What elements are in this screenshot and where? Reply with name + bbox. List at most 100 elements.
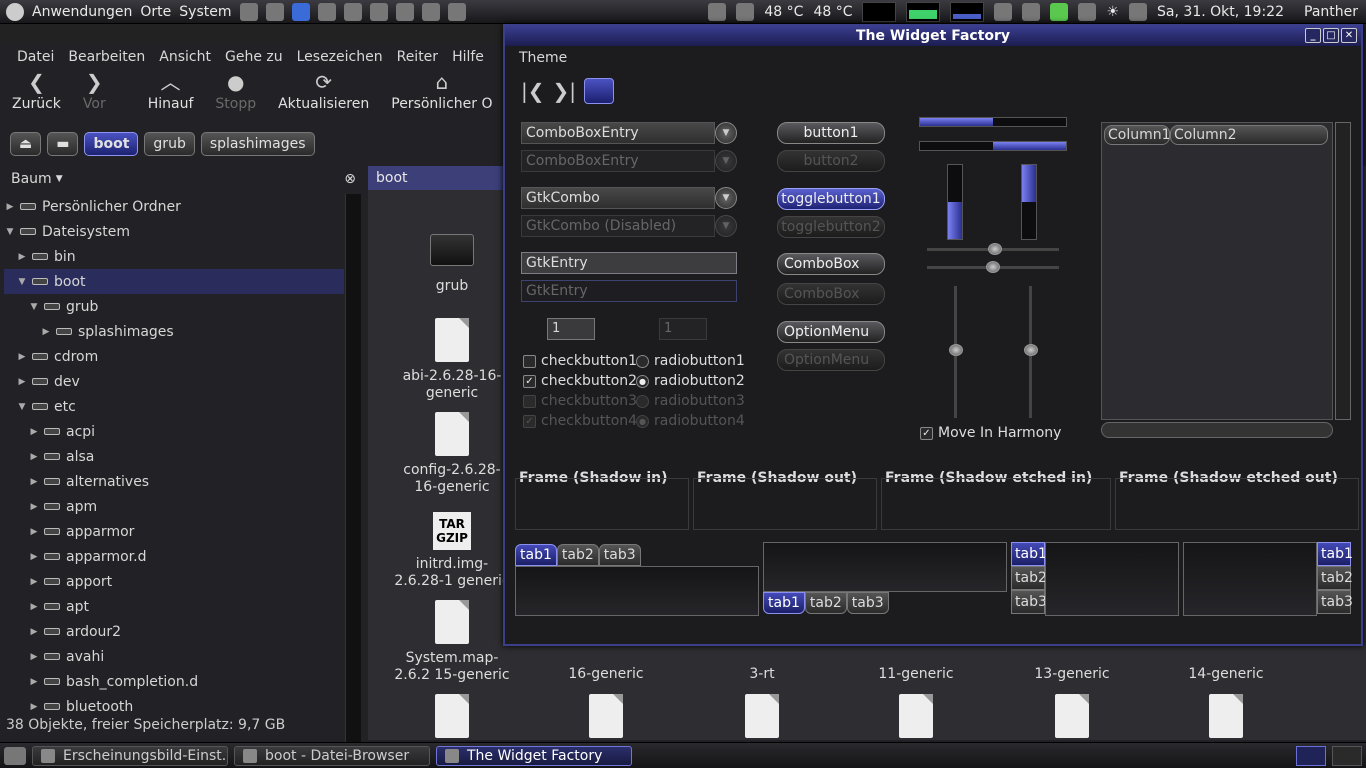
expander-open-icon[interactable]: ▼ — [4, 227, 16, 237]
sidebar-scrollbar[interactable] — [345, 194, 361, 742]
first-icon[interactable]: |❮ — [521, 79, 545, 103]
comboboxentry[interactable]: ComboBoxEntry — [521, 122, 715, 144]
launcher-icon[interactable] — [317, 2, 336, 21]
file-label-partial[interactable]: 16-generic — [546, 666, 666, 683]
tree-row[interactable]: ▶ apt — [4, 594, 344, 619]
workspace-2[interactable] — [1332, 745, 1362, 766]
file-label-partial[interactable]: 3-rt — [702, 666, 822, 683]
expander-closed-icon[interactable]: ▶ — [4, 202, 16, 212]
expander-closed-icon[interactable]: ▶ — [16, 352, 28, 362]
menu-orte[interactable]: Orte — [140, 4, 171, 20]
expander-closed-icon[interactable]: ▶ — [28, 602, 40, 612]
tree-row[interactable]: ▶ apport — [4, 569, 344, 594]
file-item[interactable]: grub — [392, 234, 512, 295]
file-item[interactable] — [1166, 694, 1286, 744]
toolbar-toggle-button[interactable] — [584, 78, 614, 104]
close-sidebar-icon[interactable]: ⊗ — [344, 171, 356, 187]
combobox[interactable]: ComboBox — [777, 253, 885, 275]
back-button[interactable]: ❮ Zurück — [12, 72, 61, 122]
expander-closed-icon[interactable]: ▶ — [28, 502, 40, 512]
checkbutton-1[interactable]: checkbutton1 — [523, 353, 637, 369]
clock[interactable]: Sa, 31. Okt, 19:22 — [1157, 4, 1284, 20]
net-graph[interactable] — [950, 2, 985, 22]
launcher-icon[interactable] — [291, 2, 310, 21]
tab-3[interactable]: tab3 — [846, 592, 889, 614]
menu-anwendungen[interactable]: Anwendungen — [32, 4, 132, 20]
radiobutton-1[interactable]: radiobutton1 — [636, 353, 745, 369]
file-label-partial[interactable]: 13-generic — [1012, 666, 1132, 683]
slider-knob[interactable] — [949, 344, 963, 356]
file-item[interactable]: abi-2.6.28-16-generic — [392, 318, 512, 402]
minimize-icon[interactable]: _ — [1305, 28, 1321, 43]
expander-closed-icon[interactable]: ▶ — [28, 427, 40, 437]
expander-closed-icon[interactable]: ▶ — [28, 652, 40, 662]
crumb-splashimages[interactable]: splashimages — [200, 132, 315, 156]
expander-closed-icon[interactable]: ▶ — [28, 702, 40, 712]
spinbutton[interactable]: 1 — [547, 318, 595, 340]
gtkcombo[interactable]: GtkCombo — [521, 187, 715, 209]
menu-bearbeiten[interactable]: Bearbeiten — [68, 49, 145, 65]
cpu-graph[interactable] — [862, 2, 897, 22]
menu-ansicht[interactable]: Ansicht — [159, 49, 211, 65]
tree-row[interactable]: ▶ apm — [4, 494, 344, 519]
expander-closed-icon[interactable]: ▶ — [16, 252, 28, 262]
tab-3[interactable]: tab3 — [1011, 590, 1047, 614]
tab-1[interactable]: tab1 — [515, 544, 557, 566]
file-label-partial[interactable]: 14-generic — [1166, 666, 1286, 683]
tree-row[interactable]: ▼ boot — [4, 269, 344, 294]
menu-lesezeichen[interactable]: Lesezeichen — [297, 49, 383, 65]
tree-row[interactable]: ▶ bin — [4, 244, 344, 269]
expander-closed-icon[interactable]: ▶ — [40, 327, 52, 337]
slider-knob[interactable] — [986, 261, 1000, 273]
bluetooth-icon[interactable] — [1022, 3, 1041, 21]
crumb-grub[interactable]: grub — [144, 132, 195, 156]
slider-knob[interactable] — [1024, 344, 1038, 356]
menu-theme[interactable]: Theme — [519, 50, 567, 66]
forward-button[interactable]: ❯ Vor — [83, 72, 106, 122]
window-titlebar[interactable]: The Widget Factory _ □ ✕ — [505, 26, 1361, 46]
file-item[interactable]: System.map-2.6.2 15-generic — [392, 600, 512, 684]
launcher-icon[interactable] — [447, 2, 466, 21]
tree-row[interactable]: ▶ alsa — [4, 444, 344, 469]
drive-icon[interactable] — [708, 3, 727, 21]
expander-open-icon[interactable]: ▼ — [28, 302, 40, 312]
tab-3[interactable]: tab3 — [598, 544, 641, 566]
menu-reiter[interactable]: Reiter — [397, 49, 438, 65]
menu-gehe-zu[interactable]: Gehe zu — [225, 49, 283, 65]
volume-icon[interactable] — [1129, 3, 1148, 21]
tree-row[interactable]: ▶ alternatives — [4, 469, 344, 494]
task-appearance[interactable]: Erscheinungsbild-Einst... — [32, 745, 228, 766]
tree-row[interactable]: ▶ apparmor.d — [4, 544, 344, 569]
tree-row[interactable]: ▼ Dateisystem — [4, 219, 344, 244]
sidebar-selector[interactable]: Baum — [11, 171, 52, 187]
expander-closed-icon[interactable]: ▶ — [28, 627, 40, 637]
launcher-icon[interactable] — [265, 2, 284, 21]
launcher-icon[interactable] — [421, 2, 440, 21]
expander-closed-icon[interactable]: ▶ — [28, 527, 40, 537]
toggle-location-button[interactable]: ⏏ — [10, 132, 42, 156]
file-item[interactable] — [1012, 694, 1132, 744]
tab-2[interactable]: tab2 — [1317, 566, 1353, 590]
tree-row[interactable]: ▼ grub — [4, 294, 344, 319]
crumb-boot[interactable]: boot — [84, 132, 139, 156]
launcher-icon[interactable] — [343, 2, 362, 21]
memory-graph[interactable] — [906, 2, 941, 22]
file-item[interactable] — [392, 694, 512, 744]
checkbutton-2[interactable]: ✓ checkbutton2 — [523, 373, 637, 389]
tree-row[interactable]: ▶ bash_completion.d — [4, 669, 344, 694]
file-label-partial[interactable]: 11-generic — [856, 666, 976, 683]
button1[interactable]: button1 — [777, 122, 885, 144]
keyboard-icon[interactable] — [1078, 3, 1097, 21]
tree-vscrollbar[interactable] — [1335, 122, 1351, 420]
tree-row[interactable]: ▶ dev — [4, 369, 344, 394]
file-item[interactable]: TAR GZIP initrd.img-2.6.28-1 generic — [392, 512, 512, 590]
tree-row[interactable]: ▶ bluetooth — [4, 694, 344, 719]
up-button[interactable]: ︿ Hinauf — [148, 72, 194, 122]
home-button[interactable]: ⌂ Persönlicher O — [391, 72, 492, 122]
file-item[interactable] — [702, 694, 822, 744]
menu-hilfe[interactable]: Hilfe — [452, 49, 484, 65]
workspace-1[interactable] — [1296, 745, 1326, 766]
tree-view[interactable]: Column1 Column2 — [1101, 122, 1333, 420]
user-menu[interactable]: Panther — [1304, 4, 1358, 20]
column-header-1[interactable]: Column1 — [1104, 125, 1171, 145]
